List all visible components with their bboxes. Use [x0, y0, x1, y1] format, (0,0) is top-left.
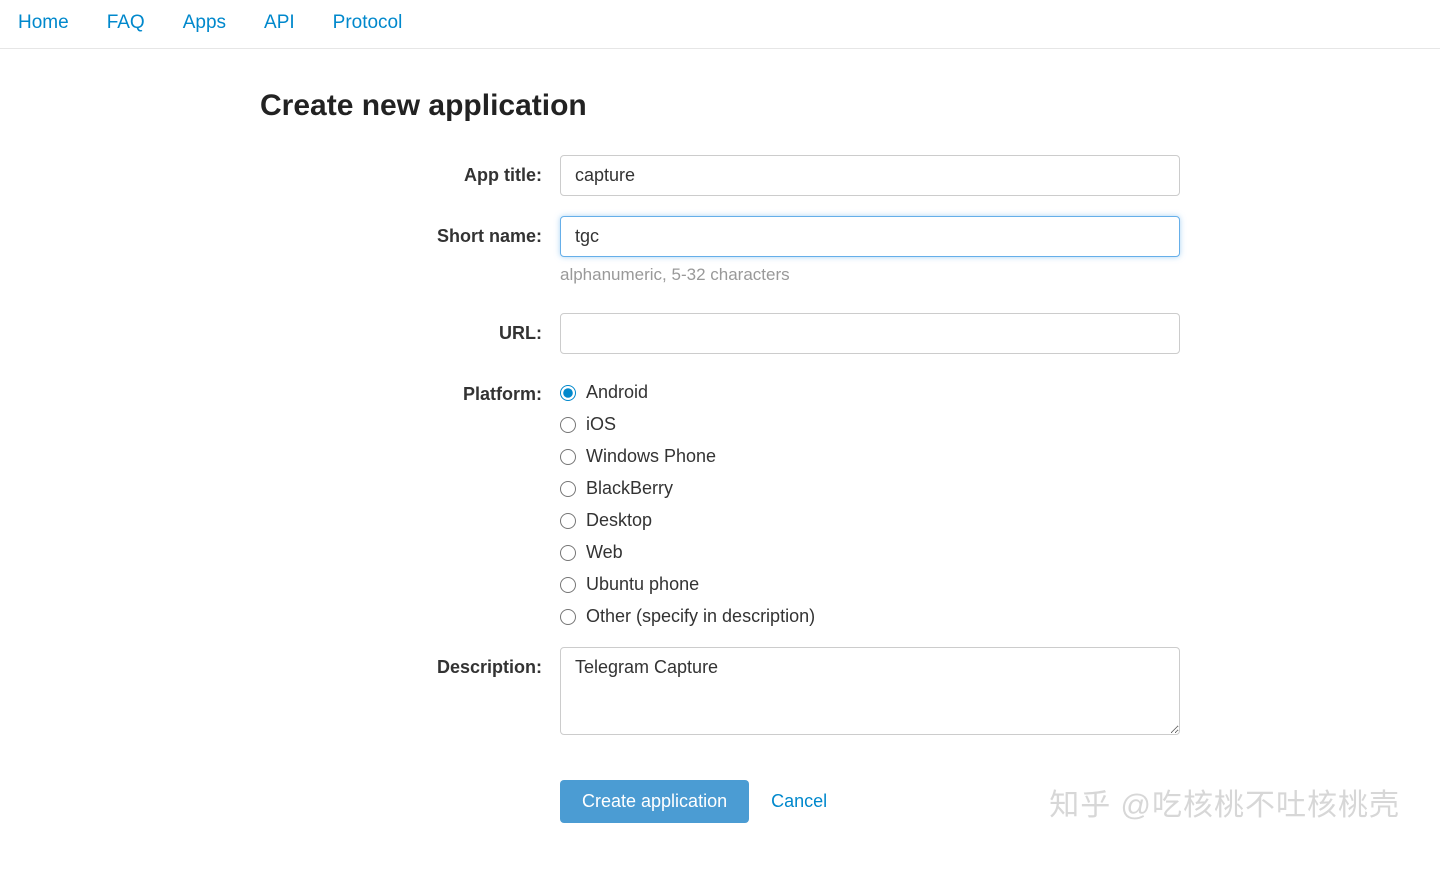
radio-ios[interactable]: iOS	[560, 414, 1180, 435]
radio-blackberry-input[interactable]	[560, 481, 576, 497]
radio-other-input[interactable]	[560, 609, 576, 625]
radio-ios-label: iOS	[586, 414, 616, 435]
radio-ios-input[interactable]	[560, 417, 576, 433]
input-app-title[interactable]	[560, 155, 1180, 196]
form-actions: Create application Cancel	[560, 780, 1180, 823]
radio-blackberry[interactable]: BlackBerry	[560, 478, 1180, 499]
spacer-actions	[260, 760, 560, 823]
radio-other[interactable]: Other (specify in description)	[560, 606, 1180, 627]
input-description[interactable]	[560, 647, 1180, 735]
nav-protocol[interactable]: Protocol	[333, 12, 403, 34]
radio-other-label: Other (specify in description)	[586, 606, 815, 627]
cancel-button[interactable]: Cancel	[771, 791, 827, 812]
row-short-name: Short name: alphanumeric, 5-32 character…	[260, 216, 1180, 285]
row-actions: Create application Cancel	[260, 760, 1180, 823]
radio-web[interactable]: Web	[560, 542, 1180, 563]
row-url: URL:	[260, 313, 1180, 354]
label-platform: Platform:	[260, 382, 560, 627]
row-platform: Platform: Android iOS Windows Phone Blac…	[260, 382, 1180, 627]
label-app-title: App title:	[260, 155, 560, 196]
input-short-name[interactable]	[560, 216, 1180, 257]
wrap-app-title	[560, 155, 1180, 196]
radio-windows-phone[interactable]: Windows Phone	[560, 446, 1180, 467]
main-container: Create new application App title: Short …	[240, 49, 1200, 883]
nav-home[interactable]: Home	[18, 12, 69, 34]
platform-radio-group: Android iOS Windows Phone BlackBerry Des…	[560, 382, 1180, 627]
radio-desktop[interactable]: Desktop	[560, 510, 1180, 531]
radio-ubuntu-phone[interactable]: Ubuntu phone	[560, 574, 1180, 595]
input-url[interactable]	[560, 313, 1180, 354]
page-title: Create new application	[260, 89, 1180, 123]
radio-desktop-label: Desktop	[586, 510, 652, 531]
help-short-name: alphanumeric, 5-32 characters	[560, 265, 1180, 285]
label-description: Description:	[260, 647, 560, 740]
radio-windows-phone-input[interactable]	[560, 449, 576, 465]
row-app-title: App title:	[260, 155, 1180, 196]
radio-android-input[interactable]	[560, 385, 576, 401]
wrap-url	[560, 313, 1180, 354]
wrap-description	[560, 647, 1180, 740]
radio-web-label: Web	[586, 542, 623, 563]
radio-ubuntu-phone-input[interactable]	[560, 577, 576, 593]
radio-web-input[interactable]	[560, 545, 576, 561]
radio-windows-phone-label: Windows Phone	[586, 446, 716, 467]
radio-android-label: Android	[586, 382, 648, 403]
radio-android[interactable]: Android	[560, 382, 1180, 403]
wrap-short-name: alphanumeric, 5-32 characters	[560, 216, 1180, 285]
nav-api[interactable]: API	[264, 12, 295, 34]
radio-ubuntu-phone-label: Ubuntu phone	[586, 574, 699, 595]
label-short-name: Short name:	[260, 216, 560, 285]
row-description: Description:	[260, 647, 1180, 740]
top-nav: Home FAQ Apps API Protocol	[0, 0, 1440, 49]
nav-apps[interactable]: Apps	[183, 12, 226, 34]
label-url: URL:	[260, 313, 560, 354]
nav-faq[interactable]: FAQ	[107, 12, 145, 34]
submit-button[interactable]: Create application	[560, 780, 749, 823]
radio-desktop-input[interactable]	[560, 513, 576, 529]
wrap-platform: Android iOS Windows Phone BlackBerry Des…	[560, 382, 1180, 627]
radio-blackberry-label: BlackBerry	[586, 478, 673, 499]
